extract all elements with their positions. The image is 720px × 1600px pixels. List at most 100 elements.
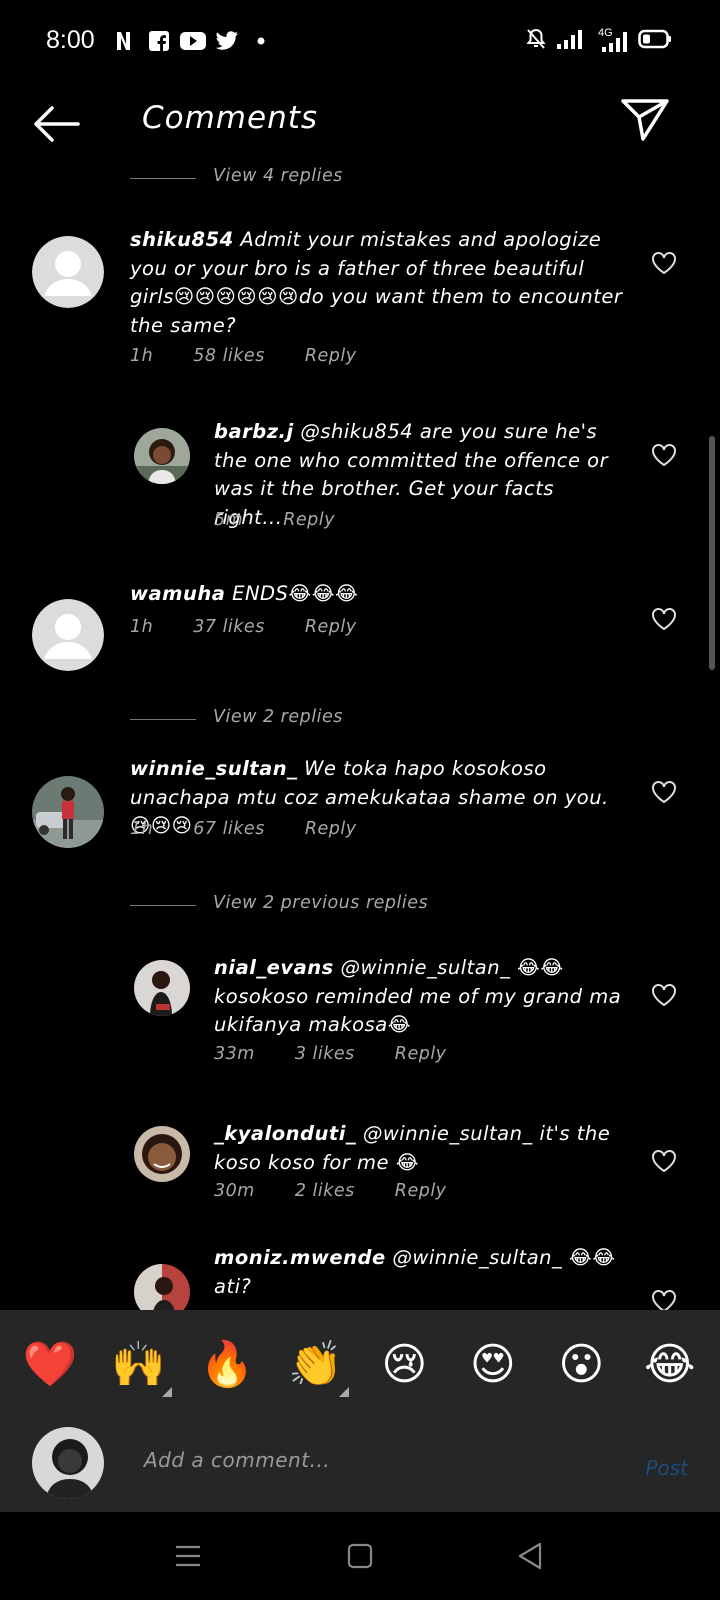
- comment-likes[interactable]: 67 likes: [193, 819, 265, 839]
- page-title: Comments: [142, 100, 319, 136]
- comment-time: 1h: [130, 617, 154, 637]
- comment-meta: 1h 67 likes Reply: [130, 819, 397, 839]
- user-photo-icon: [32, 1427, 104, 1499]
- heart-icon: [652, 1150, 676, 1173]
- reply-button[interactable]: Reply: [305, 346, 357, 366]
- signal-4g-icon: 4G: [594, 27, 628, 53]
- comment-text: moniz.mwende @winnie_sultan_ 😂😂 ati?: [214, 1244, 624, 1301]
- share-button[interactable]: [620, 96, 670, 144]
- reply-button[interactable]: Reply: [305, 819, 357, 839]
- comment-text: shiku854 Admit your mistakes and apologi…: [130, 226, 625, 340]
- reply-button[interactable]: Reply: [305, 617, 357, 637]
- facebook-icon: [146, 28, 172, 54]
- reaction-raised-hands[interactable]: 🙌: [104, 1343, 174, 1397]
- reply-button[interactable]: Reply: [395, 1181, 447, 1201]
- skin-tone-indicator: [338, 1387, 349, 1397]
- like-button[interactable]: [651, 607, 677, 631]
- default-avatar-icon: [32, 599, 104, 671]
- view-previous-replies-link[interactable]: View 2 previous replies: [213, 893, 428, 913]
- comment-composer: Add a comment... Post: [0, 1420, 720, 1512]
- comment-username[interactable]: barbz.j: [214, 420, 294, 443]
- like-button[interactable]: [651, 780, 677, 804]
- comment-username[interactable]: _kyalonduti_: [214, 1122, 356, 1145]
- comment-likes[interactable]: 37 likes: [193, 617, 265, 637]
- reply-button[interactable]: Reply: [283, 510, 335, 530]
- comment-likes[interactable]: 3 likes: [295, 1044, 355, 1064]
- divider-line: [130, 905, 196, 906]
- current-user-avatar: [32, 1427, 104, 1499]
- comment-meta: 30m 2 likes Reply: [214, 1181, 487, 1201]
- user-photo-icon: [134, 1264, 190, 1310]
- comment-body: ENDS😂😂😂: [225, 582, 359, 605]
- comment-text: nial_evans @winnie_sultan_ 😂😂kosokoso re…: [214, 954, 624, 1040]
- user-photo-icon: [134, 960, 190, 1016]
- triangle-back-icon: [518, 1542, 542, 1570]
- comment-likes[interactable]: 58 likes: [193, 346, 265, 366]
- heart-icon: [652, 608, 676, 631]
- scrollbar[interactable]: [709, 436, 715, 670]
- avatar[interactable]: [134, 1264, 190, 1310]
- like-button[interactable]: [651, 1289, 677, 1310]
- avatar[interactable]: [32, 776, 104, 848]
- square-icon: [347, 1543, 373, 1569]
- reaction-glyph: 🙌: [111, 1339, 167, 1390]
- avatar[interactable]: [134, 428, 190, 484]
- reaction-fire[interactable]: 🔥: [192, 1343, 262, 1387]
- dot-icon: [248, 28, 274, 54]
- quick-reactions-bar: ❤️ 🙌 🔥 👏 😢 😍 😮 😂: [0, 1310, 720, 1420]
- comment-username[interactable]: winnie_sultan_: [130, 757, 297, 780]
- signal-icon: [556, 28, 584, 54]
- view-replies-link[interactable]: View 2 replies: [213, 707, 343, 727]
- skin-tone-indicator: [161, 1387, 172, 1397]
- menu-icon: [176, 1545, 200, 1567]
- reaction-heart[interactable]: ❤️: [15, 1343, 85, 1387]
- like-button[interactable]: [651, 443, 677, 467]
- heart-icon: [652, 984, 676, 1007]
- user-photo-icon: [134, 428, 190, 484]
- home-button[interactable]: [344, 1540, 376, 1572]
- comment-time: 5m: [214, 510, 244, 530]
- system-nav-bar: [0, 1512, 720, 1600]
- comment-likes[interactable]: 2 likes: [295, 1181, 355, 1201]
- comment-username[interactable]: moniz.mwende: [214, 1246, 386, 1269]
- netflix-icon: [112, 28, 138, 54]
- paper-plane-icon: [621, 99, 669, 141]
- avatar[interactable]: [32, 599, 104, 671]
- post-button[interactable]: Post: [645, 1456, 688, 1480]
- comment-meta: 1h 37 likes Reply: [130, 617, 397, 637]
- avatar[interactable]: [32, 236, 104, 308]
- default-avatar-icon: [32, 236, 104, 308]
- comments-list[interactable]: View 4 replies shiku854 Admit your mista…: [0, 160, 720, 1310]
- comment-input[interactable]: Add a comment...: [144, 1448, 330, 1472]
- back-button[interactable]: [30, 102, 82, 146]
- like-button[interactable]: [651, 251, 677, 275]
- comment-meta: 5m Reply: [214, 510, 375, 530]
- back-nav-button[interactable]: [514, 1540, 546, 1572]
- reaction-clap[interactable]: 👏: [281, 1343, 351, 1397]
- divider-line: [130, 719, 196, 720]
- heart-icon: [652, 252, 676, 275]
- reaction-heart-eyes[interactable]: 😍: [458, 1343, 528, 1387]
- heart-icon: [652, 444, 676, 467]
- reaction-glyph: 👏: [288, 1339, 344, 1390]
- mute-bell-icon: [526, 28, 546, 54]
- comment-time: 1h: [130, 819, 154, 839]
- comment-username[interactable]: wamuha: [130, 582, 225, 605]
- reaction-surprised[interactable]: 😮: [546, 1343, 616, 1387]
- battery-icon: [638, 28, 672, 54]
- comment-username[interactable]: shiku854: [130, 228, 234, 251]
- reaction-crying[interactable]: 😢: [369, 1343, 439, 1387]
- reaction-laughing[interactable]: 😂: [635, 1343, 705, 1387]
- like-button[interactable]: [651, 983, 677, 1007]
- view-replies-link[interactable]: View 4 replies: [213, 166, 343, 186]
- comment-username[interactable]: nial_evans: [214, 956, 334, 979]
- menu-button[interactable]: [172, 1540, 204, 1572]
- reply-button[interactable]: Reply: [395, 1044, 447, 1064]
- comment-time: 33m: [214, 1044, 255, 1064]
- user-photo-icon: [32, 776, 104, 848]
- avatar[interactable]: [134, 960, 190, 1016]
- avatar[interactable]: [134, 1126, 190, 1182]
- twitter-icon: [214, 28, 240, 54]
- comment-meta: 1h 58 likes Reply: [130, 346, 397, 366]
- like-button[interactable]: [651, 1149, 677, 1173]
